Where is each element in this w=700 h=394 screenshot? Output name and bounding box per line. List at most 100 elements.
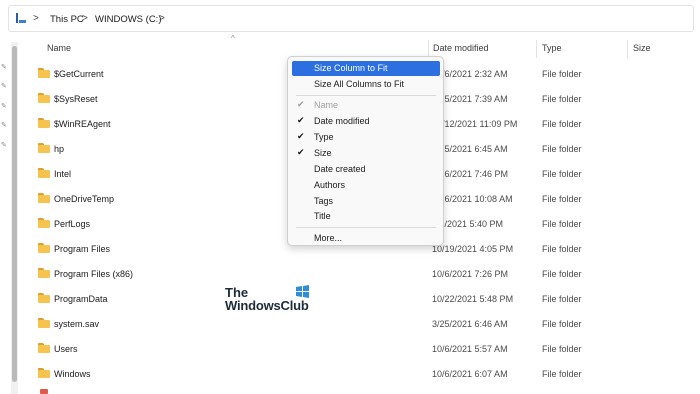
folder-icon	[38, 193, 50, 203]
table-row[interactable]: system.sav 3/25/2021 6:46 AM File folder	[30, 312, 694, 337]
file-name: OneDriveTemp	[54, 194, 115, 204]
folder-icon	[38, 318, 50, 328]
menu-item-date-modified[interactable]: ✔ Date modified	[292, 114, 440, 129]
menu-item-label: Tags	[314, 196, 334, 206]
menu-item-label: Authors	[314, 180, 346, 190]
folder-icon	[38, 118, 50, 128]
checkmark-icon: ✔	[297, 147, 305, 157]
menu-item-label: Type	[314, 132, 334, 142]
column-divider[interactable]	[627, 40, 628, 58]
file-type: File folder	[542, 94, 582, 104]
file-date: 10/6/2021 7:26 PM	[432, 269, 509, 279]
menu-item-label: Size All Columns to Fit	[314, 79, 405, 89]
file-icon	[40, 389, 48, 394]
file-name: ProgramData	[54, 294, 108, 304]
menu-item-label: Title	[314, 211, 331, 221]
checkmark-icon: ✔	[297, 115, 305, 125]
table-row[interactable]	[30, 387, 694, 394]
nav-scrollbar-thumb[interactable]	[12, 46, 17, 382]
menu-item-tags[interactable]: Tags	[292, 194, 440, 209]
file-name: Intel	[54, 169, 72, 179]
pin-icon[interactable]: ✎	[1, 63, 9, 71]
menu-item-size-all-columns-to-fit[interactable]: Size All Columns to Fit	[292, 77, 440, 92]
file-date: 10/6/2021 5:57 AM	[432, 344, 508, 354]
pin-icon[interactable]: ✎	[1, 102, 9, 110]
folder-icon	[38, 143, 50, 153]
menu-item-label: Name	[314, 100, 339, 110]
menu-item-label: Size Column to Fit	[314, 63, 388, 73]
column-header-date-modified[interactable]: Date modified	[433, 38, 533, 60]
pin-icon[interactable]: ✎	[1, 141, 9, 149]
pin-icon[interactable]: ✎	[1, 82, 9, 90]
file-name: Users	[54, 344, 78, 354]
file-type: File folder	[542, 194, 582, 204]
monitor-icon	[16, 13, 26, 23]
file-type: File folder	[542, 119, 582, 129]
menu-separator	[296, 227, 436, 228]
folder-icon	[38, 293, 50, 303]
column-header-type[interactable]: Type	[542, 38, 622, 60]
file-name: Program Files (x86)	[54, 269, 134, 279]
folder-icon	[38, 243, 50, 253]
file-date: 10/6/2021 6:07 AM	[432, 369, 508, 379]
file-date: 3/26/2021 10:08 AM	[432, 194, 513, 204]
menu-item-size-column-to-fit[interactable]: Size Column to Fit	[292, 61, 440, 76]
file-name: $GetCurrent	[54, 69, 104, 79]
breadcrumb-separator[interactable]: >	[82, 13, 88, 24]
file-type: File folder	[542, 69, 582, 79]
menu-item-label: Size	[314, 148, 332, 158]
menu-separator	[296, 95, 436, 96]
breadcrumb-separator[interactable]: >	[33, 13, 39, 24]
menu-item-type[interactable]: ✔ Type	[292, 130, 440, 145]
file-date: 10/19/2021 4:05 PM	[432, 244, 514, 254]
folder-icon	[38, 368, 50, 378]
file-type: File folder	[542, 369, 582, 379]
file-type: File folder	[542, 244, 582, 254]
file-date: 10/12/2021 11:09 PM	[432, 119, 518, 129]
file-name: Windows	[54, 369, 91, 379]
menu-item-name: ✔ Name	[292, 98, 440, 113]
menu-item-label: More...	[314, 233, 343, 243]
folder-icon	[38, 68, 50, 78]
file-date: 10/22/2021 5:48 PM	[432, 294, 514, 304]
folder-icon	[38, 343, 50, 353]
menu-item-date-created[interactable]: Date created	[292, 162, 440, 177]
file-name: $SysReset	[54, 94, 98, 104]
column-divider[interactable]	[536, 40, 537, 58]
checkmark-icon: ✔	[297, 99, 305, 109]
pin-icon[interactable]: ✎	[1, 121, 9, 129]
menu-item-more[interactable]: More...	[292, 231, 440, 246]
windows-logo-icon	[296, 285, 309, 298]
file-name: PerfLogs	[54, 219, 91, 229]
column-context-menu: Size Column to Fit Size All Columns to F…	[287, 56, 444, 246]
file-name: Program Files	[54, 244, 111, 254]
file-name: $WinREAgent	[54, 119, 111, 129]
watermark-logo: The WindowsClub	[225, 285, 315, 315]
folder-icon	[38, 93, 50, 103]
breadcrumb-this-pc[interactable]: This PC	[50, 14, 84, 25]
folder-icon	[38, 218, 50, 228]
breadcrumb-separator[interactable]: >	[159, 13, 165, 24]
file-type: File folder	[542, 269, 582, 279]
menu-item-label: Date modified	[314, 116, 370, 126]
file-type: File folder	[542, 144, 582, 154]
file-type: File folder	[542, 294, 582, 304]
address-bar[interactable]: > This PC > WINDOWS (C:) >	[8, 5, 694, 32]
file-type: File folder	[542, 169, 582, 179]
table-row[interactable]: ProgramData 10/22/2021 5:48 PM File fold…	[30, 287, 694, 312]
menu-item-label: Date created	[314, 164, 366, 174]
file-name: hp	[54, 144, 65, 154]
menu-item-size[interactable]: ✔ Size	[292, 146, 440, 161]
table-row[interactable]: Program Files (x86) 10/6/2021 7:26 PM Fi…	[30, 262, 694, 287]
checkmark-icon: ✔	[297, 131, 305, 141]
table-row[interactable]: Users 10/6/2021 5:57 AM File folder	[30, 337, 694, 362]
menu-item-authors[interactable]: Authors	[292, 178, 440, 193]
breadcrumb-windows-c[interactable]: WINDOWS (C:)	[95, 14, 162, 25]
menu-item-title[interactable]: Title	[292, 209, 440, 224]
table-row[interactable]: Windows 10/6/2021 6:07 AM File folder	[30, 362, 694, 387]
folder-icon	[38, 268, 50, 278]
watermark-line2: WindowsClub	[225, 298, 309, 313]
file-type: File folder	[542, 344, 582, 354]
column-header-size[interactable]: Size	[633, 38, 688, 60]
file-type: File folder	[542, 319, 582, 329]
